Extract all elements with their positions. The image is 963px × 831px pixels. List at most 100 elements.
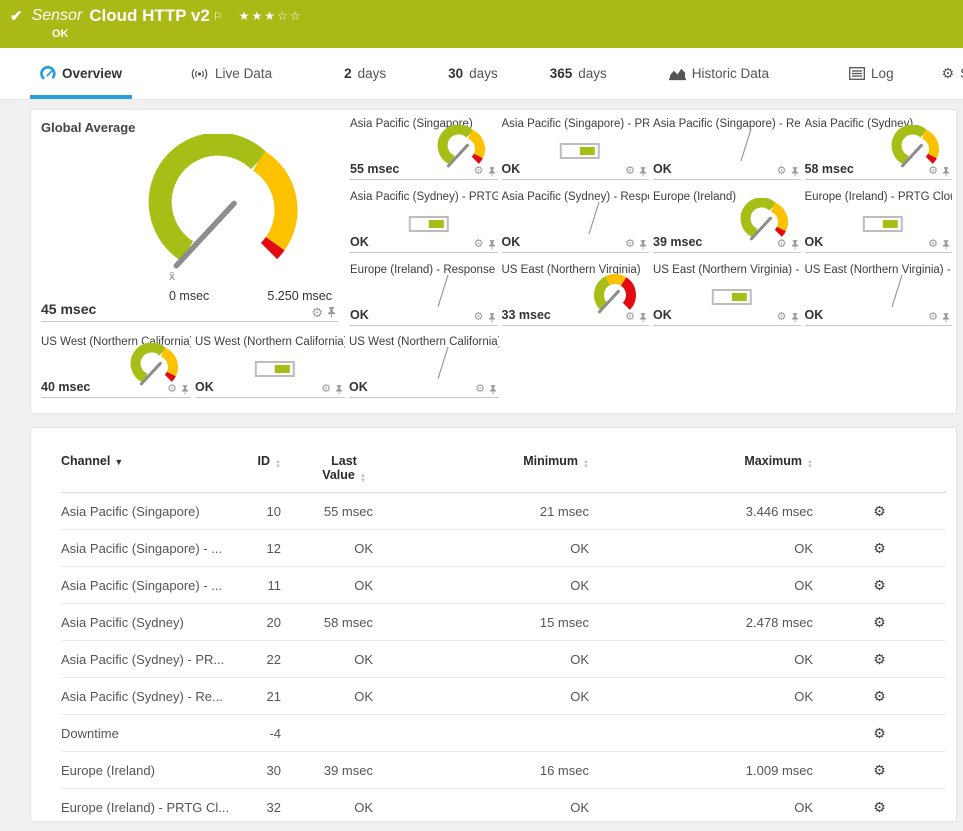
channel-settings-gear-icon[interactable]: ⚙ [873,651,886,667]
gauge-settings-gear-icon[interactable]: ⚙ [625,166,635,177]
tab-30-days[interactable]: 30 days [438,48,508,99]
response-slash-indicator [739,128,753,167]
gauge-settings-gear-icon[interactable]: ⚙ [475,384,485,395]
pin-gauge-icon[interactable] [488,239,496,250]
channel-settings-gear-icon[interactable]: ⚙ [873,577,886,593]
tab-historic-data[interactable]: Historic Data [659,48,779,99]
gauge-settings-gear-icon[interactable]: ⚙ [928,239,938,250]
sort-icon: ▲ ▼ [807,459,813,470]
gauge-settings-gear-icon[interactable]: ⚙ [928,312,938,323]
pin-gauge-icon[interactable] [181,384,189,395]
sensor-status-badge: OK [52,28,69,40]
tab-overview[interactable]: Overview [30,48,133,99]
table-row: Asia Pacific (Sydney) - Re... 21 OK OK OK ⚙ [61,677,946,715]
gauge-settings-gear-icon[interactable]: ⚙ [625,312,635,323]
response-slash-indicator [890,274,904,313]
channel-settings-gear-icon[interactable]: ⚙ [873,503,886,519]
tile-value: OK [350,235,369,249]
channel-settings-gear-icon[interactable]: ⚙ [873,540,886,556]
channel-settings-gear-icon[interactable]: ⚙ [873,614,886,630]
column-label: ID [257,454,271,468]
pin-gauge-icon[interactable] [639,312,647,323]
gauge-settings-gear-icon[interactable]: ⚙ [928,166,938,177]
tile-value: OK [653,308,672,322]
last-value: OK [281,788,373,821]
column-header-last-value[interactable]: Last Value ▲ ▼ [281,442,373,493]
tab-log[interactable]: Log [839,48,904,99]
gauge-settings-gear-icon[interactable]: ⚙ [474,239,484,250]
log-icon [849,67,865,80]
last-value: 58 msec [281,603,373,641]
column-header-actions [813,442,946,493]
column-header-maximum[interactable]: Maximum ▲ ▼ [589,442,813,493]
channel-settings-gear-icon[interactable]: ⚙ [873,762,886,778]
ok-toggle-indicator [254,361,295,377]
gauge-settings-gear-icon[interactable]: ⚙ [777,312,787,323]
minimum-value: OK [373,677,589,715]
channel-name: Asia Pacific (Sydney) - PR... [61,640,231,678]
channel-gauge-tile: Europe (Ireland) 39 msec ⚙ [653,189,801,253]
pin-gauge-icon[interactable] [488,166,496,177]
tab-2-days[interactable]: 2 days [334,48,396,99]
pin-gauge-icon[interactable] [639,239,647,250]
gauge-title: Global Average [41,120,136,135]
column-label: Minimum [523,454,579,468]
pin-gauge-icon[interactable] [791,239,799,250]
maximum-value: OK [589,788,813,821]
pin-gauge-icon[interactable] [639,166,647,177]
channel-id: 30 [231,751,281,789]
pin-gauge-icon[interactable] [335,384,343,395]
last-value: OK [281,566,373,604]
column-header-id[interactable]: ID ▲ ▼ [231,442,281,493]
tile-value: OK [350,308,369,322]
sort-icon: ▲ ▼ [275,459,281,470]
flag-icon[interactable]: ⚐ [213,10,223,23]
channel-settings-gear-icon[interactable]: ⚙ [873,799,886,815]
actions-cell: ⚙ [813,529,946,567]
tile-value: 39 msec [653,235,703,249]
pin-gauge-icon[interactable] [488,312,496,323]
ok-toggle-indicator [408,216,449,232]
gauge-settings-gear-icon[interactable]: ⚙ [474,166,484,177]
tab-365-days[interactable]: 365 days [540,48,617,99]
priority-star-rating[interactable]: ★★★☆☆ [239,9,303,23]
gauge-settings-gear-icon[interactable]: ⚙ [311,306,323,319]
object-kind-label: Sensor [31,7,83,24]
pin-gauge-icon[interactable] [942,312,950,323]
tab-settings[interactable]: ⚙ Settings [932,48,963,99]
tile-title: Asia Pacific (Singapore) - PR... [501,118,650,130]
table-row: Asia Pacific (Singapore) 10 55 msec 21 msec… [61,492,946,530]
pin-gauge-icon[interactable] [791,312,799,323]
gauge-settings-gear-icon[interactable]: ⚙ [777,166,787,177]
channel-id: -4 [231,714,281,752]
gauge-settings-gear-icon[interactable]: ⚙ [321,384,331,395]
tile-value: OK [501,162,521,176]
table-row: Asia Pacific (Sydney) - PR... 22 OK OK OK ⚙ [61,640,946,678]
pin-gauge-icon[interactable] [791,166,799,177]
table-row: Asia Pacific (Singapore) - ... 11 OK OK OK ⚙ [61,566,946,604]
channel-settings-gear-icon[interactable]: ⚙ [873,688,886,704]
historic-data-icon [668,67,686,81]
channel-settings-gear-icon[interactable]: ⚙ [873,725,886,741]
tab-live-data[interactable]: Live Data [180,48,282,99]
table-row: Europe (Ireland) - PRTG Cl... 32 OK OK OK ⚙ [61,788,946,821]
maximum-value: OK [589,566,813,604]
actions-cell: ⚙ [813,714,946,752]
column-header-channel[interactable]: Channel ▼ [61,442,231,493]
gauge-settings-gear-icon[interactable]: ⚙ [625,239,635,250]
minimum-value: OK [373,566,589,604]
pin-gauge-icon[interactable] [327,307,336,318]
pin-gauge-icon[interactable] [942,239,950,250]
channel-gauge-tile: US East (Northern Virginia) 33 msec ⚙ [501,262,649,326]
gauge-settings-gear-icon[interactable]: ⚙ [777,239,787,250]
gauge-settings-gear-icon[interactable]: ⚙ [167,384,177,395]
channel-id: 32 [231,788,281,821]
tile-title: Asia Pacific (Singapore) - Res... [653,118,801,130]
gauge-settings-gear-icon[interactable]: ⚙ [474,312,484,323]
minimum-value: 15 msec [373,603,589,641]
tile-value: OK [501,235,521,249]
pin-gauge-icon[interactable] [489,384,497,395]
pin-gauge-icon[interactable] [942,166,950,177]
tile-value: OK [195,380,214,394]
column-header-minimum[interactable]: Minimum ▲ ▼ [373,442,589,493]
